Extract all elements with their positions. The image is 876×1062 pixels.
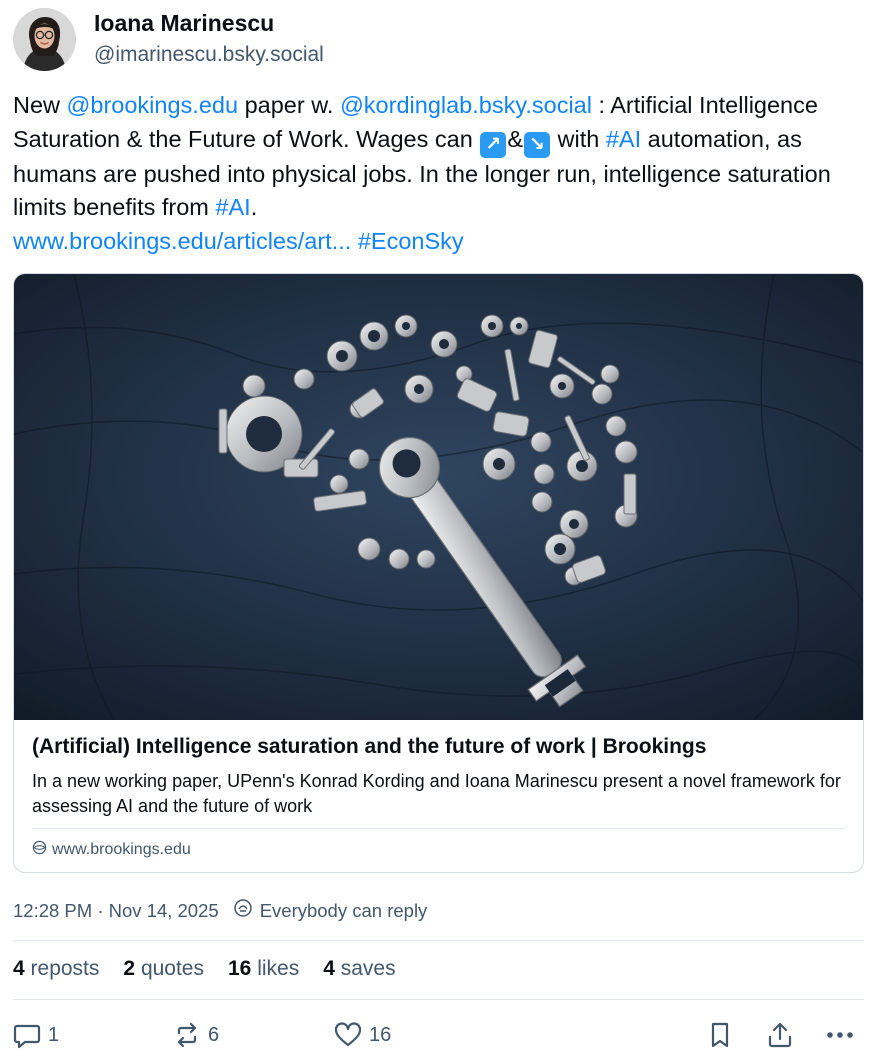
post-actions: 1 6 16 [0, 1016, 876, 1056]
link-preview-card[interactable]: (Artificial) Intelligence saturation and… [13, 273, 864, 873]
card-divider [32, 828, 845, 829]
post-text-segment: . [250, 194, 258, 220]
brain-of-tools-image [14, 274, 863, 721]
post-text-segment: New [13, 92, 67, 118]
arrow-down-right-emoji-icon: ↘ [524, 131, 550, 158]
reply-setting-icon [233, 898, 253, 923]
repost-button[interactable]: 6 [172, 1020, 219, 1050]
timestamp[interactable]: 12:28 PM · Nov 14, 2025 [13, 900, 219, 922]
reply-count: 1 [48, 1023, 60, 1046]
reposts-stat[interactable]: 4 reposts [13, 957, 99, 981]
mention-brookings-link[interactable]: @brookings.edu [67, 92, 239, 118]
reply-setting[interactable]: Everybody can reply [233, 898, 428, 923]
repost-count: 6 [208, 1023, 220, 1046]
reply-setting-label: Everybody can reply [259, 899, 428, 921]
saves-stat[interactable]: 4 saves [323, 957, 395, 981]
post-text-segment: paper w. [238, 92, 340, 118]
author-handle[interactable]: @imarinescu.bsky.social [94, 43, 324, 67]
reply-button[interactable]: 1 [12, 1020, 59, 1050]
hashtag-ai-link[interactable]: #AI [215, 194, 250, 220]
quotes-stat[interactable]: 2 quotes [123, 957, 204, 981]
divider [13, 999, 864, 1000]
more-dots-icon [823, 1020, 857, 1050]
share-button[interactable] [765, 1020, 795, 1050]
arrow-up-right-emoji-icon: ↗ [480, 131, 507, 158]
divider [13, 940, 864, 941]
post-text: New @brookings.edu paper w. @kordinglab.… [13, 89, 868, 258]
author-display-name[interactable]: Ioana Marinescu [94, 10, 274, 37]
avatar[interactable] [13, 8, 76, 71]
post-thread-view: Ioana Marinescu @imarinescu.bsky.social … [0, 0, 876, 1062]
hashtag-econsky-link[interactable]: #EconSky [358, 228, 464, 254]
post-text-segment: with [551, 125, 606, 152]
share-icon [765, 1020, 795, 1050]
card-domain-text: www.brookings.edu [52, 841, 191, 858]
post-meta: 12:28 PM · Nov 14, 2025 Everybody can re… [13, 898, 427, 923]
hashtag-ai-link[interactable]: #AI [606, 126, 641, 152]
post-text-segment: & [507, 125, 523, 152]
mention-kordinglab-link[interactable]: @kordinglab.bsky.social [340, 92, 592, 118]
bookmark-icon [705, 1020, 735, 1050]
bookmark-button[interactable] [705, 1020, 735, 1050]
article-url-link[interactable]: www.brookings.edu/articles/art... [13, 228, 351, 254]
like-count: 16 [369, 1023, 392, 1046]
card-domain: www.brookings.edu [32, 840, 191, 860]
card-description: In a new working paper, UPenn's Konrad K… [32, 771, 841, 816]
more-options-button[interactable] [823, 1020, 857, 1050]
repost-icon [172, 1020, 202, 1050]
heart-icon [333, 1020, 363, 1050]
reply-icon [12, 1020, 42, 1050]
card-title[interactable]: (Artificial) Intelligence saturation and… [32, 735, 706, 759]
globe-icon [32, 840, 47, 860]
like-button[interactable]: 16 [333, 1020, 391, 1050]
engagement-stats: 4 reposts 2 quotes 16 likes 4 saves [13, 957, 396, 981]
likes-stat[interactable]: 16 likes [228, 957, 299, 981]
